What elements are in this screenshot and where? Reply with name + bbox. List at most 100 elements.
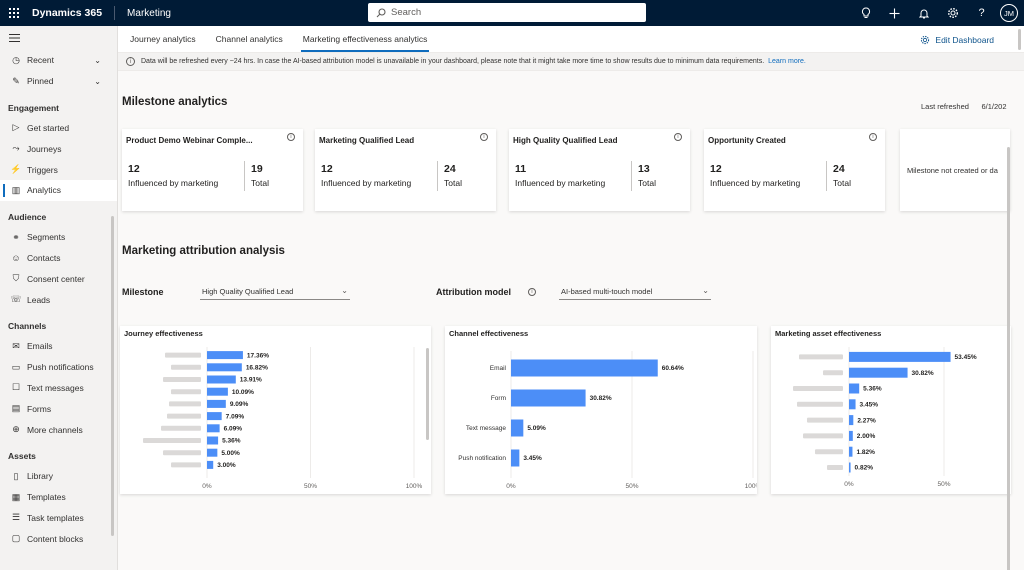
tab-channel-analytics[interactable]: Channel analytics: [206, 26, 293, 52]
bar: [849, 367, 908, 378]
lightbulb-icon[interactable]: [851, 0, 880, 26]
sidebar-item-more-channels[interactable]: ⊕ More channels: [0, 419, 117, 440]
main-scrollbar[interactable]: [1007, 147, 1010, 570]
module-name[interactable]: Marketing: [115, 8, 171, 19]
info-icon[interactable]: i: [528, 288, 536, 296]
pin-icon: ✎: [12, 75, 20, 86]
data-label: 6.09%: [224, 426, 243, 433]
influenced-label: Influenced by marketing: [515, 178, 606, 188]
chevron-down-icon: ⌄: [341, 286, 348, 295]
data-label: 5.09%: [527, 425, 546, 432]
chevron-down-icon[interactable]: ⌄: [94, 77, 101, 86]
sidebar-item-contacts[interactable]: ☺ Contacts: [0, 248, 117, 269]
redacted-label: [803, 433, 843, 439]
hamburger-icon[interactable]: [0, 26, 117, 50]
info-icon[interactable]: i: [287, 133, 295, 141]
redacted-label: [169, 401, 201, 407]
bar: [849, 446, 853, 457]
redacted-label: [163, 450, 201, 456]
sidebar-section-header: Channels: [8, 320, 47, 331]
sidebar-item-consent-center[interactable]: ⛉ Consent center: [0, 268, 117, 289]
app-launcher-icon[interactable]: [0, 0, 28, 26]
milestone-card-title: High Quality Qualified Lead: [513, 136, 618, 145]
milestone-card-title: Marketing Qualified Lead: [319, 136, 415, 145]
redacted-label: [161, 425, 201, 431]
tick-label: 50%: [937, 481, 950, 488]
influenced-count: 12: [710, 163, 722, 175]
asset-effectiveness-chart: 0% 50% 53.45% 30.82% 5.36% 3.45% 2.27% 2.00% 1.8…: [793, 347, 977, 488]
gear-icon[interactable]: [938, 0, 967, 26]
data-label: 16.82%: [246, 365, 268, 372]
milestone-card[interactable]: Marketing Qualified Lead i 12 Influenced…: [315, 129, 496, 211]
sidebar-item-text-messages[interactable]: ☐ Text messages: [0, 378, 117, 399]
learn-more-link[interactable]: Learn more.: [768, 58, 806, 65]
attribution-model-dropdown[interactable]: AI-based multi-touch model ⌄: [559, 285, 711, 300]
attribution-model-label: Attribution model: [436, 287, 511, 297]
bar: [849, 399, 856, 410]
sidebar-item-emails[interactable]: ✉ Emails: [0, 336, 117, 357]
sidebar-item-forms[interactable]: ▤ Forms: [0, 398, 117, 419]
milestone-card[interactable]: Opportunity Created i 12 Influenced by m…: [704, 129, 885, 211]
milestone-card-empty[interactable]: Milestone not created or da: [900, 129, 1010, 211]
tick-label: 50%: [304, 483, 317, 490]
sidebar-item-content-blocks[interactable]: ▢ Content blocks: [0, 528, 117, 549]
sidebar-item-get-started[interactable]: ▷ Get started: [0, 118, 117, 139]
plus-icon[interactable]: [880, 0, 909, 26]
milestone-empty-text: Milestone not created or da: [907, 166, 998, 175]
sidebar-item-label: Segments: [27, 232, 66, 243]
clock-icon: ◷: [12, 54, 20, 65]
card-divider: [244, 161, 245, 191]
channels-icon: ⊕: [12, 424, 20, 435]
sidebar-item-pinned[interactable]: ✎ Pinned ⌄: [0, 71, 117, 92]
info-icon[interactable]: i: [674, 133, 682, 141]
bell-icon[interactable]: [909, 0, 938, 26]
help-icon[interactable]: ?: [967, 0, 996, 26]
sidebar-item-triggers[interactable]: ⚡ Triggers: [0, 159, 117, 180]
total-label: Total: [833, 178, 851, 188]
data-label: 5.36%: [863, 386, 882, 393]
gear-icon: [921, 35, 930, 44]
sidebar-scrollbar[interactable]: [111, 216, 114, 536]
sidebar-item-recent[interactable]: ◷ Recent ⌄: [0, 50, 117, 71]
trigger-icon: ⚡: [10, 164, 22, 175]
push-icon: ▭: [11, 361, 21, 372]
redacted-label: [143, 438, 201, 443]
sidebar-item-task-templates[interactable]: ☰ Task templates: [0, 508, 117, 529]
avatar[interactable]: JM: [1000, 4, 1018, 22]
sidebar-item-label: Text messages: [27, 382, 84, 393]
chart-scrollbar[interactable]: [426, 348, 429, 440]
edit-dashboard-button[interactable]: Edit Dashboard: [920, 26, 994, 53]
sidebar-item-label: Analytics: [27, 185, 62, 196]
milestone-card[interactable]: High Quality Qualified Lead i 11 Influen…: [509, 129, 690, 211]
sidebar-item-analytics[interactable]: ▥ Analytics: [0, 179, 117, 201]
data-label: 53.45%: [955, 354, 977, 361]
bar: [849, 462, 851, 473]
search-input[interactable]: Search: [368, 3, 646, 22]
app-name[interactable]: Dynamics 365: [28, 6, 116, 20]
sidebar-item-label: Library: [27, 471, 53, 482]
sidebar-item-segments[interactable]: ⚭ Segments: [0, 227, 117, 248]
journey-effectiveness-chart: 0% 50% 100% 17.36% 16.82% 13.91% 10.09% 9.09% 7.…: [143, 347, 423, 490]
sidebar-item-push-notifications[interactable]: ▭ Push notifications: [0, 357, 117, 378]
info-icon[interactable]: i: [869, 133, 877, 141]
chevron-down-icon[interactable]: ⌄: [94, 56, 101, 65]
sidebar-item-templates[interactable]: ▦ Templates: [0, 487, 117, 508]
milestone-dropdown[interactable]: High Quality Qualified Lead ⌄: [200, 285, 350, 300]
person-icon: ☺: [11, 252, 21, 263]
attribution-title: Marketing attribution analysis: [122, 245, 285, 257]
bar: [207, 387, 228, 396]
sidebar-item-journeys[interactable]: ⤳ Journeys: [0, 138, 117, 159]
tabs-scrollbar[interactable]: [1018, 29, 1021, 50]
tab-marketing-effectiveness-analytics[interactable]: Marketing effectiveness analytics: [293, 26, 438, 52]
data-label: 30.82%: [590, 395, 612, 402]
total-label: Total: [638, 178, 656, 188]
sidebar-item-library[interactable]: ▯ Library: [0, 466, 117, 487]
redacted-label: [165, 352, 201, 358]
milestone-card[interactable]: Product Demo Webinar Comple... i 12 Infl…: [122, 129, 303, 211]
info-icon[interactable]: i: [480, 133, 488, 141]
data-label: 3.00%: [217, 462, 236, 469]
tab-journey-analytics[interactable]: Journey analytics: [120, 26, 206, 52]
sidebar-section-header: Audience: [8, 211, 47, 222]
sidebar-item-leads[interactable]: ☏ Leads: [0, 289, 117, 310]
bar: [207, 460, 214, 469]
